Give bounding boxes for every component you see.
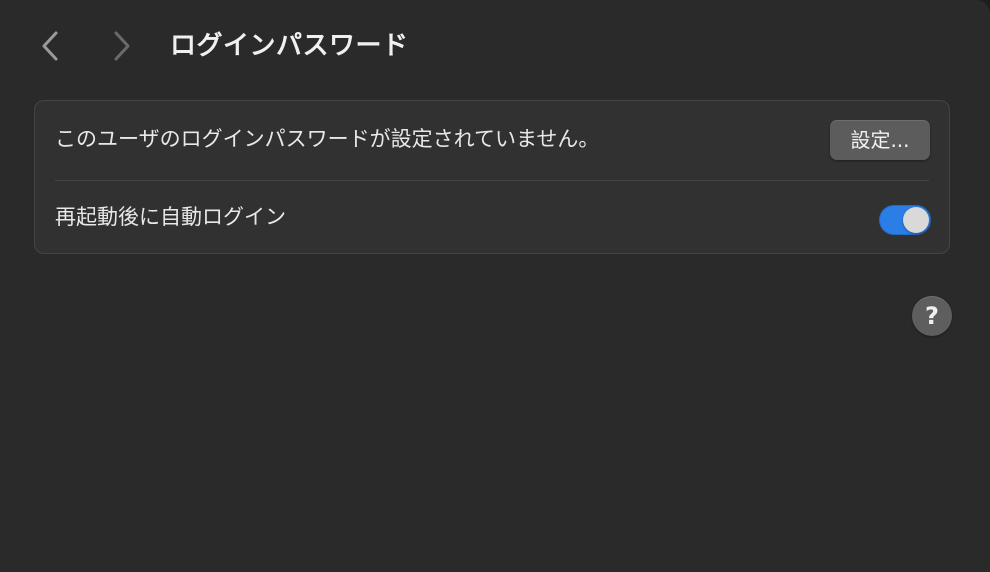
auto-login-toggle[interactable]	[879, 205, 931, 235]
password-status-label: このユーザのログインパスワードが設定されていません。	[55, 127, 600, 151]
back-button[interactable]	[30, 26, 70, 66]
chevron-left-icon	[42, 31, 58, 61]
page-title: ログインパスワード	[170, 31, 409, 61]
toolbar: ログインパスワード	[0, 0, 990, 92]
toggle-knob	[903, 207, 929, 233]
auto-login-row: 再起動後に自動ログイン	[35, 181, 949, 253]
password-row: このユーザのログインパスワードが設定されていません。 設定...	[35, 101, 949, 178]
chevron-right-icon	[114, 31, 130, 61]
settings-group: このユーザのログインパスワードが設定されていません。 設定... 再起動後に自動…	[34, 100, 950, 254]
settings-window: ログインパスワード このユーザのログインパスワードが設定されていません。 設定.…	[0, 0, 990, 572]
set-password-button[interactable]: 設定...	[830, 120, 930, 160]
forward-button[interactable]	[102, 26, 142, 66]
help-button[interactable]: ?	[912, 296, 952, 336]
auto-login-label: 再起動後に自動ログイン	[55, 205, 286, 229]
